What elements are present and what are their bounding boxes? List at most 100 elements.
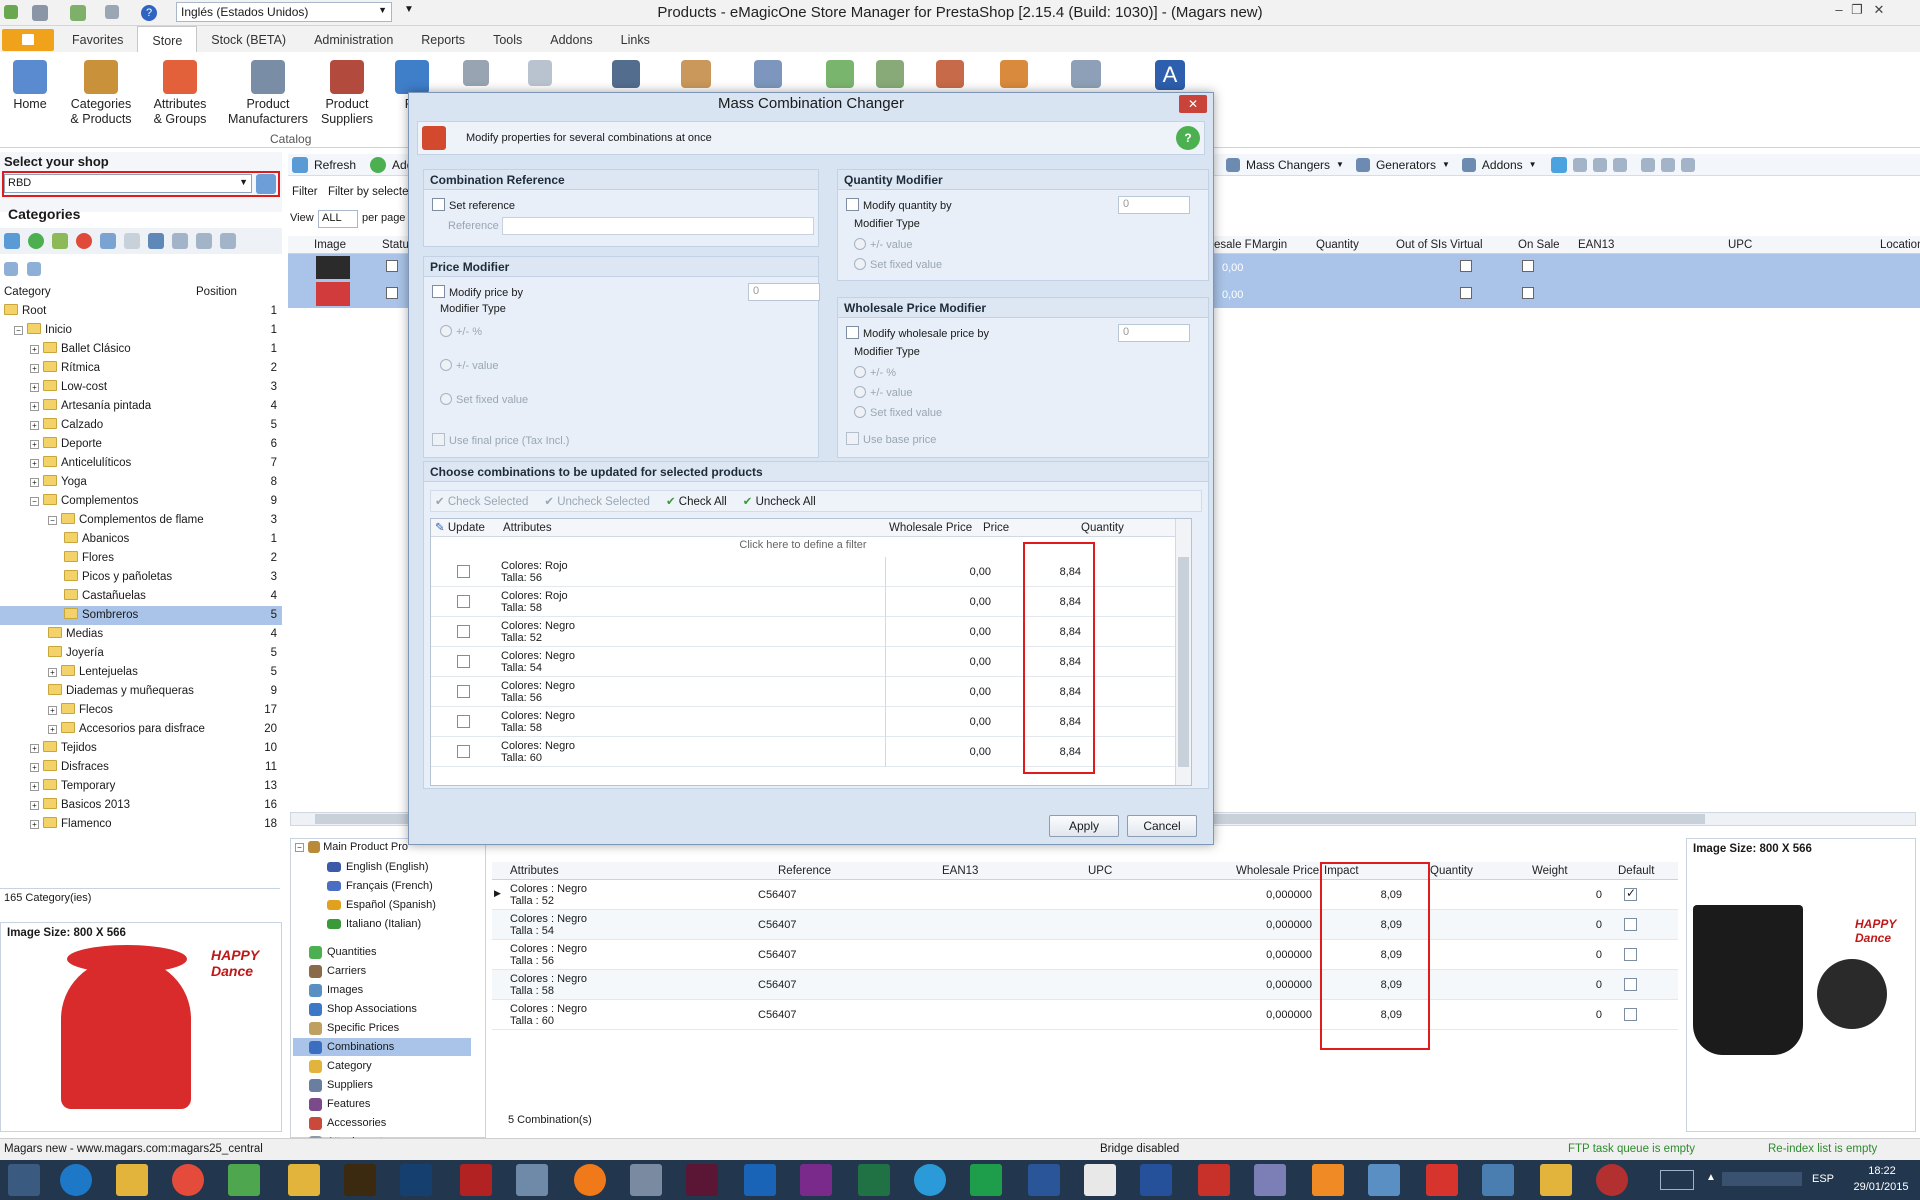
nav-item[interactable]: Accessories bbox=[293, 1114, 471, 1132]
link-icon[interactable] bbox=[148, 233, 164, 249]
category-tree-item[interactable]: Sombreros 5 bbox=[0, 606, 282, 625]
tree-expand-icon[interactable] bbox=[4, 261, 18, 276]
nav-item[interactable]: Quantities bbox=[293, 943, 471, 961]
mail-button[interactable] bbox=[820, 60, 860, 91]
on-sale-checkbox[interactable] bbox=[1522, 260, 1534, 272]
update-checkbox[interactable] bbox=[457, 595, 470, 608]
onenote-icon[interactable] bbox=[800, 1164, 832, 1196]
product-suppliers-button[interactable]: Product Suppliers bbox=[316, 60, 378, 127]
nav-item[interactable]: Suppliers bbox=[293, 1076, 471, 1094]
view-select[interactable]: ALL bbox=[318, 210, 358, 228]
default-checkbox[interactable] bbox=[1624, 886, 1637, 901]
default-checkbox[interactable] bbox=[1624, 948, 1637, 961]
category-tree-item[interactable]: + Rítmica 2 bbox=[0, 359, 282, 378]
set-reference-checkbox[interactable]: Set reference bbox=[432, 198, 515, 212]
nav-item[interactable]: Combinations bbox=[293, 1038, 471, 1056]
paint-icon[interactable] bbox=[630, 1164, 662, 1196]
wholesale-value-radio[interactable]: +/- value bbox=[854, 386, 913, 399]
shop-select[interactable]: RBD ▼ bbox=[4, 174, 252, 193]
keyboard-icon[interactable] bbox=[1660, 1170, 1694, 1190]
tab-favorites[interactable]: Favorites bbox=[58, 26, 137, 52]
grid-view-icon[interactable] bbox=[1550, 156, 1567, 173]
folder-icon[interactable] bbox=[1540, 1164, 1572, 1196]
refresh-icon[interactable] bbox=[4, 233, 20, 249]
expand-toggle[interactable]: − bbox=[48, 516, 57, 525]
nav-item[interactable]: Images bbox=[293, 981, 471, 999]
scroll-thumb[interactable] bbox=[1178, 557, 1189, 767]
product-thumb[interactable] bbox=[316, 282, 350, 306]
quantity-value-input[interactable]: 0 bbox=[1118, 196, 1190, 214]
xampp-icon[interactable] bbox=[1312, 1164, 1344, 1196]
internet-explorer-icon[interactable] bbox=[60, 1164, 92, 1196]
price-value-input[interactable]: 0 bbox=[748, 283, 820, 301]
paste-icon[interactable] bbox=[124, 233, 140, 249]
book-button[interactable] bbox=[606, 60, 646, 91]
columns-icon[interactable] bbox=[1572, 157, 1587, 172]
category-tree-item[interactable]: + Tejidos 10 bbox=[0, 739, 282, 758]
category-tree-item[interactable]: + Anticelulíticos 7 bbox=[0, 454, 282, 473]
default-checkbox[interactable] bbox=[1624, 1008, 1637, 1021]
modify-wholesale-checkbox[interactable]: Modify wholesale price by bbox=[846, 326, 989, 340]
app-menu-button[interactable] bbox=[2, 29, 54, 51]
is-virtual-checkbox[interactable] bbox=[1460, 260, 1472, 272]
tab-reports[interactable]: Reports bbox=[407, 26, 479, 52]
export-icon[interactable] bbox=[1640, 157, 1655, 172]
combination-grid-row[interactable]: ▶ Colores : Negro Talla : 52 C56407 0,000000… bbox=[492, 880, 1678, 910]
uncheck-all-button[interactable]: ✔ Uncheck All bbox=[743, 494, 816, 508]
on-sale-checkbox[interactable] bbox=[1522, 287, 1534, 299]
price-fixed-radio[interactable]: Set fixed value bbox=[440, 393, 528, 406]
mass-changers-button[interactable]: Mass Changers bbox=[1246, 158, 1330, 172]
expand-toggle[interactable]: + bbox=[30, 440, 39, 449]
sort-down-icon[interactable] bbox=[1680, 157, 1695, 172]
shop-refresh-icon[interactable] bbox=[256, 174, 276, 194]
emagicone-icon[interactable] bbox=[1596, 1164, 1628, 1196]
category-tree-item[interactable]: + Artesanía pintada 4 bbox=[0, 397, 282, 416]
chrome-icon[interactable] bbox=[172, 1164, 204, 1196]
category-tree-item[interactable]: − Inicio 1 bbox=[0, 321, 282, 340]
tab-stock[interactable]: Stock (BETA) bbox=[197, 26, 300, 52]
combination-grid-row[interactable]: Colores : Negro Talla : 58 C56407 0,000000 8… bbox=[492, 970, 1678, 1000]
outlook-icon[interactable] bbox=[744, 1164, 776, 1196]
combination-grid-row[interactable]: Colores : Negro Talla : 60 C56407 0,000000 8… bbox=[492, 1000, 1678, 1030]
category-tree-item[interactable]: Diademas y muñequeras 9 bbox=[0, 682, 282, 701]
support-button[interactable] bbox=[1066, 60, 1106, 91]
expand-toggle[interactable]: + bbox=[30, 782, 39, 791]
attachment-button[interactable] bbox=[520, 60, 560, 89]
quantity-fixed-radio[interactable]: Set fixed value bbox=[854, 258, 942, 271]
tag-button[interactable] bbox=[456, 60, 496, 89]
input-language[interactable]: ESP bbox=[1812, 1173, 1834, 1185]
calculator-icon[interactable] bbox=[516, 1164, 548, 1196]
category-tree-item[interactable]: + Calzado 5 bbox=[0, 416, 282, 435]
expand-toggle[interactable]: + bbox=[48, 706, 57, 715]
category-tree-item[interactable]: + Flecos 17 bbox=[0, 701, 282, 720]
sort-up-icon[interactable] bbox=[1660, 157, 1675, 172]
category-tree-item[interactable]: + Ballet Clásico 1 bbox=[0, 340, 282, 359]
expand-icon[interactable] bbox=[172, 233, 188, 249]
status-checkbox[interactable] bbox=[386, 287, 398, 299]
update-checkbox[interactable] bbox=[457, 655, 470, 668]
refresh-icon[interactable] bbox=[292, 156, 308, 173]
expand-toggle[interactable]: + bbox=[30, 478, 39, 487]
tab-addons[interactable]: Addons bbox=[536, 26, 606, 52]
dialog-close-button[interactable]: ✕ bbox=[1179, 95, 1207, 113]
php-icon[interactable] bbox=[1254, 1164, 1286, 1196]
category-tree-item[interactable]: Picos y pañoletas 3 bbox=[0, 568, 282, 587]
update-checkbox[interactable] bbox=[457, 745, 470, 758]
screen-icon[interactable] bbox=[1368, 1164, 1400, 1196]
nav-item[interactable]: Category bbox=[293, 1057, 471, 1075]
generators-button[interactable]: Generators bbox=[1376, 158, 1436, 172]
sort-down-icon[interactable] bbox=[220, 233, 236, 249]
store-icon[interactable] bbox=[228, 1164, 260, 1196]
modify-quantity-checkbox[interactable]: Modify quantity by bbox=[846, 198, 952, 212]
add-icon[interactable] bbox=[370, 156, 387, 173]
language-item[interactable]: Français (French) bbox=[327, 880, 433, 892]
edit-icon[interactable] bbox=[52, 233, 68, 249]
tray-icons[interactable] bbox=[1722, 1172, 1802, 1186]
clock-time[interactable]: 18:22 bbox=[1852, 1165, 1912, 1177]
expand-toggle[interactable]: − bbox=[30, 497, 39, 506]
close-button[interactable]: ✕ bbox=[1868, 2, 1890, 20]
is-virtual-checkbox[interactable] bbox=[1460, 287, 1472, 299]
start-icon[interactable] bbox=[8, 1164, 40, 1196]
quantity-value-radio[interactable]: +/- value bbox=[854, 238, 913, 251]
add-icon[interactable] bbox=[28, 233, 44, 249]
